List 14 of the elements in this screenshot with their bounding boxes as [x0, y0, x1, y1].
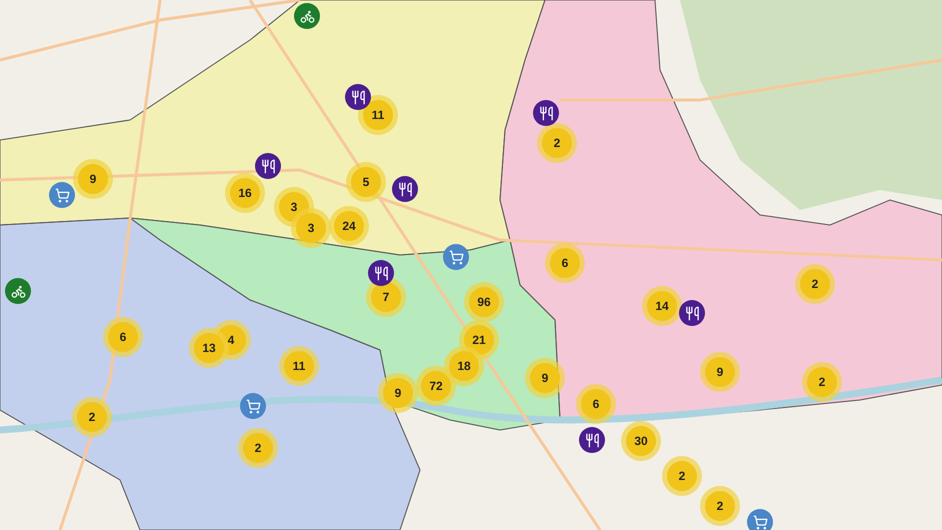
cart-icon — [752, 514, 768, 530]
cart-icon — [54, 188, 70, 202]
cart-icon — [448, 250, 464, 264]
fork-knife-icon — [584, 432, 600, 448]
map[interactable]: 11 2 9 16 5 3 3 24 6 7 96 14 2 6 4 13 21 11 9 72 18 9 9 2 2 6 30 2 2 2 — [0, 0, 942, 530]
fork-knife-icon — [260, 158, 276, 174]
fork-knife-icon — [374, 266, 388, 280]
bike-icon — [300, 8, 314, 24]
fork-knife-icon — [684, 306, 700, 320]
bike-icon — [10, 284, 26, 298]
fork-knife-icon — [398, 182, 412, 196]
fork-knife-icon — [538, 106, 554, 120]
fork-knife-icon — [350, 90, 366, 104]
cart-icon — [246, 398, 260, 414]
